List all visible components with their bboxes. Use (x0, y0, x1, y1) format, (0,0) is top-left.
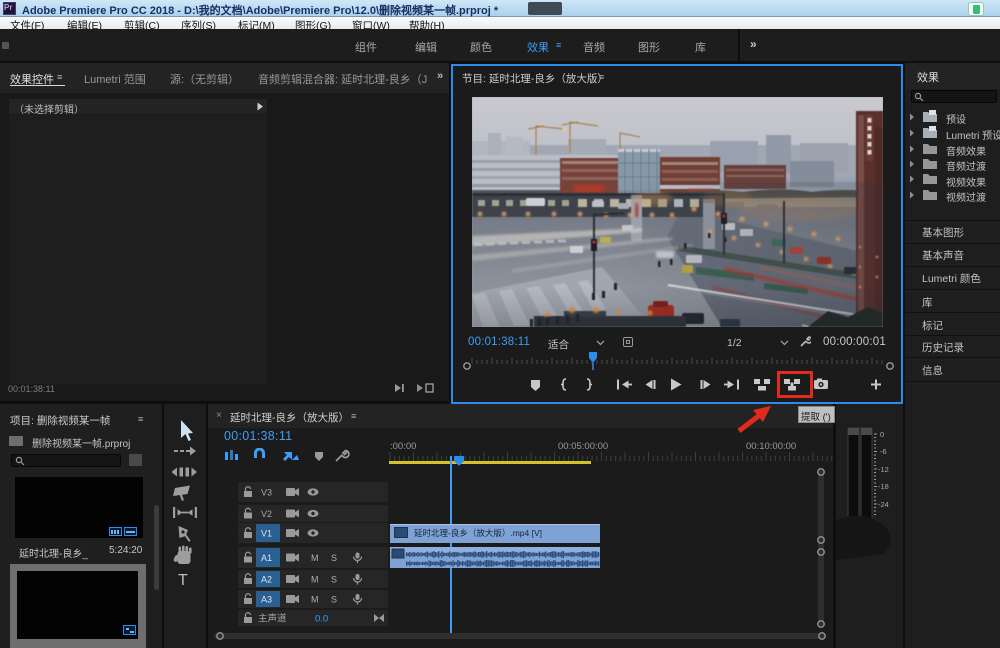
svg-text:S: S (331, 553, 337, 563)
svg-text:主声道: 主声道 (258, 613, 287, 625)
svg-text:T: T (178, 572, 188, 589)
svg-text:A1: A1 (261, 553, 272, 563)
svg-text:V1: V1 (261, 529, 272, 539)
svg-text:00:05:00:00: 00:05:00:00 (558, 441, 608, 452)
svg-text:S: S (331, 575, 337, 585)
svg-text:-12: -12 (878, 465, 889, 474)
svg-text:00:10:00:00: 00:10:00:00 (746, 441, 796, 452)
svg-text:-24: -24 (878, 500, 889, 509)
svg-text:0.0: 0.0 (315, 614, 328, 625)
svg-text:S: S (331, 595, 337, 605)
svg-text:V3: V3 (261, 488, 272, 498)
svg-text:M: M (311, 553, 319, 563)
svg-text::00:00: :00:00 (390, 441, 416, 452)
svg-text:M: M (311, 595, 319, 605)
svg-text:-18: -18 (878, 482, 889, 491)
svg-text:0: 0 (880, 430, 884, 439)
svg-text:V2: V2 (261, 509, 272, 519)
svg-text:M: M (311, 575, 319, 585)
svg-text:A3: A3 (261, 595, 272, 605)
svg-text:A2: A2 (261, 575, 272, 585)
svg-text:-6: -6 (880, 447, 887, 456)
